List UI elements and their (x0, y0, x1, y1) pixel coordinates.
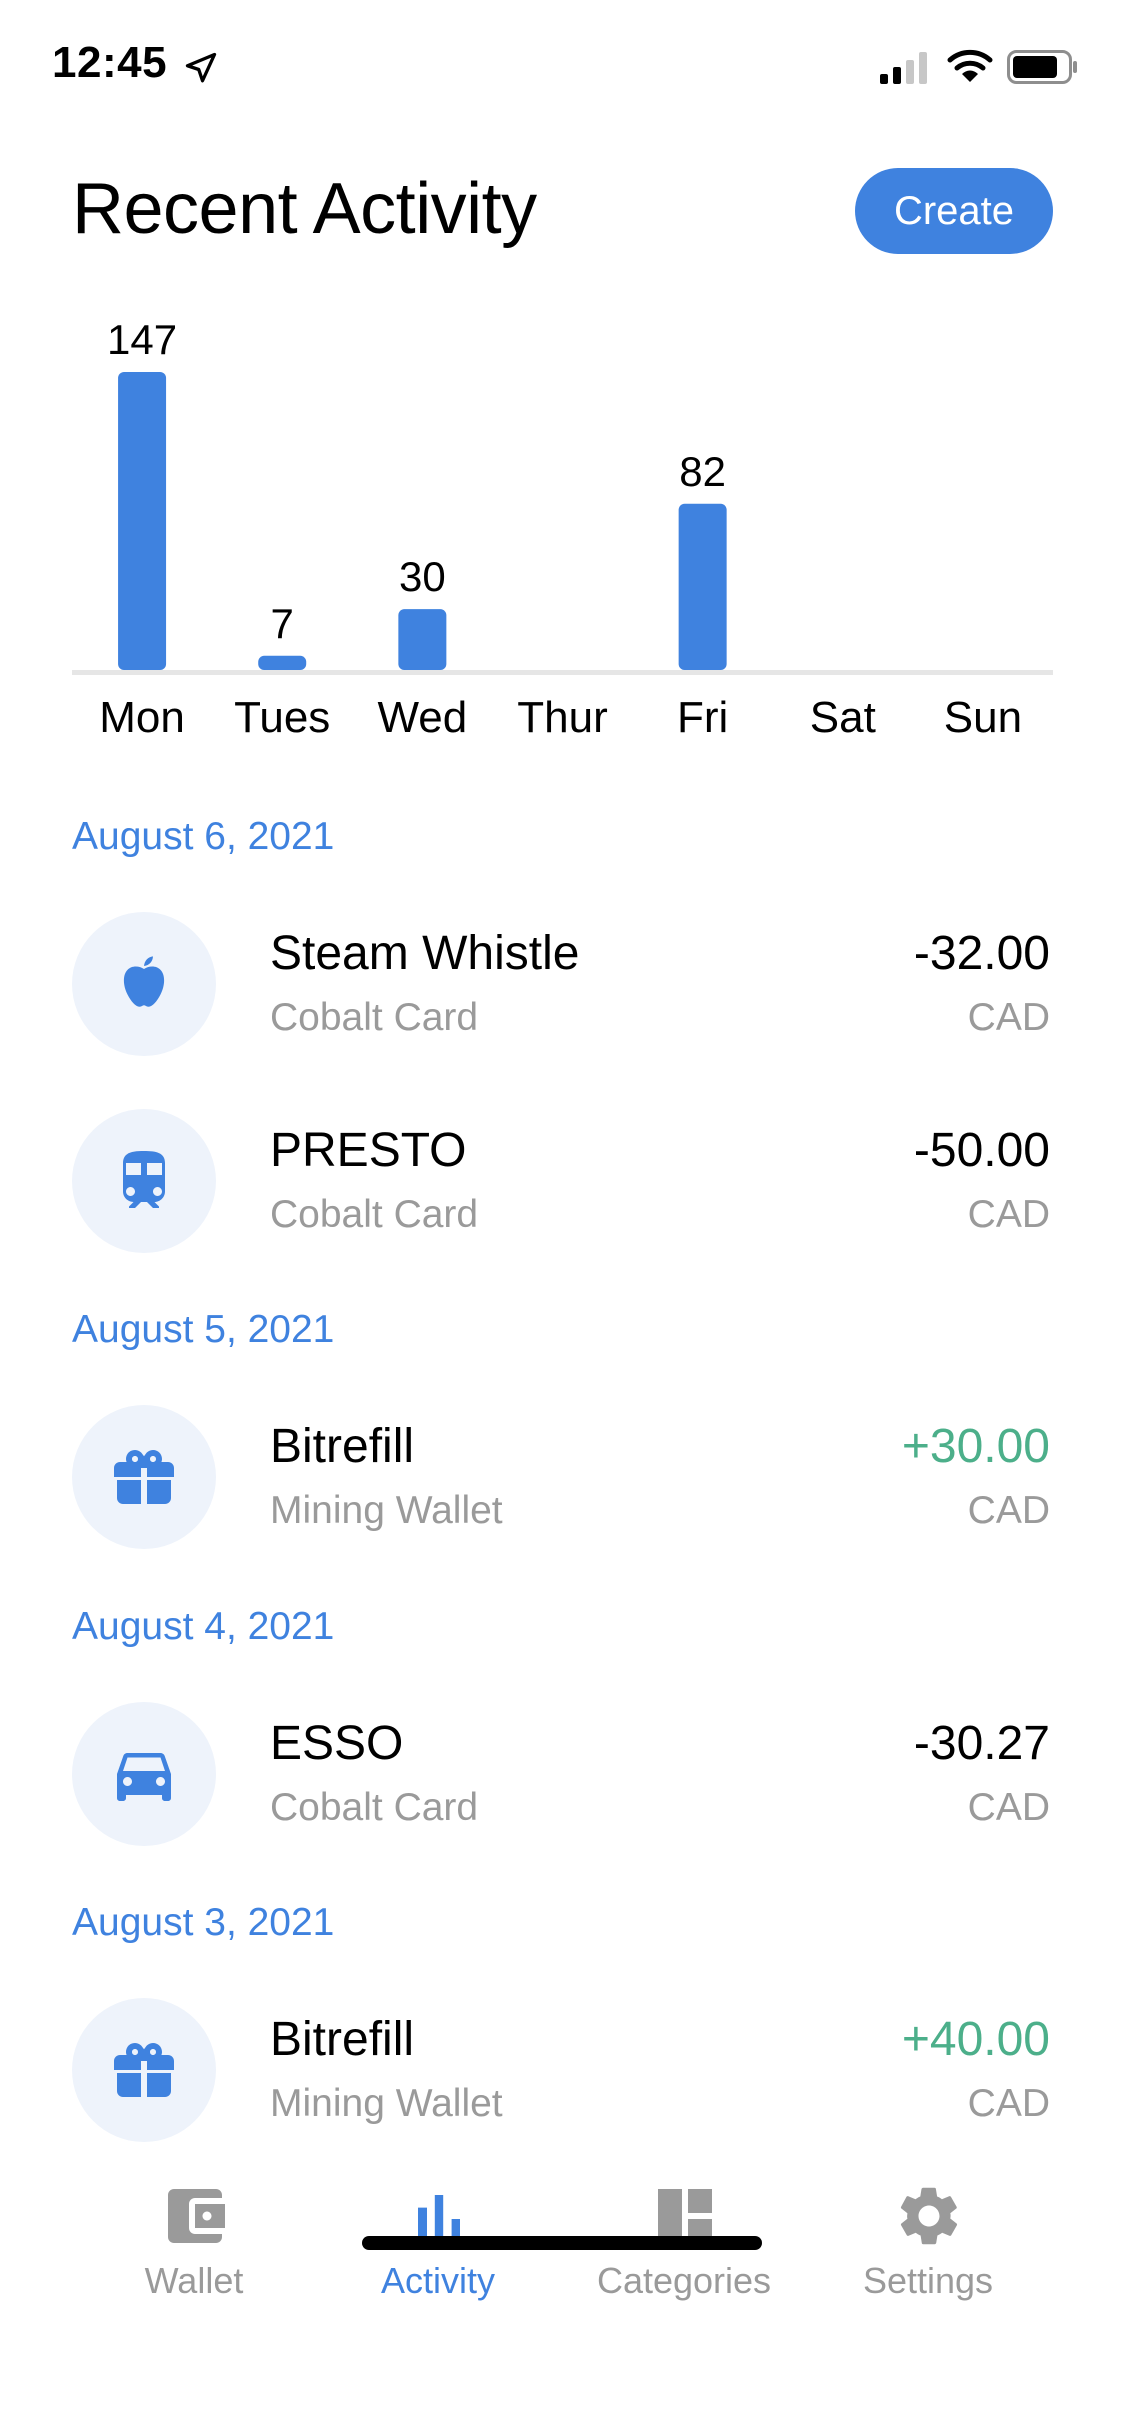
merchant-name: PRESTO (270, 1124, 467, 1177)
weekly-activity-chart: 147 Mon 7 Tues 30 Wed Thur 82 Fri Sat Sun (72, 300, 1053, 770)
transaction-amount: +40.00 (901, 2013, 1050, 2066)
data-label-wed: 30 (399, 553, 446, 600)
transaction-row[interactable]: Steam Whistle Cobalt Card -32.00 CAD (0, 912, 1125, 1072)
account-name: Cobalt Card (270, 1786, 479, 1829)
transaction-amount: +30.00 (901, 1420, 1050, 1473)
battery-icon (1007, 50, 1079, 89)
transaction-row[interactable]: PRESTO Cobalt Card -50.00 CAD (0, 1109, 1125, 1269)
merchant-name: Bitrefill (270, 1420, 415, 1473)
transaction-currency: CAD (967, 996, 1050, 1039)
account-name: Cobalt Card (270, 996, 479, 1039)
merchant-name: Bitrefill (270, 2013, 415, 2066)
transaction-amount: -32.00 (913, 927, 1050, 980)
home-indicator (362, 2236, 762, 2250)
bar-tues (258, 655, 307, 670)
tick-label-sat: Sat (810, 693, 876, 742)
transaction-amount: -50.00 (913, 1124, 1050, 1177)
x-axis-line (72, 670, 1053, 675)
tab-settings[interactable]: Settings (808, 2150, 1048, 2310)
tab-activity[interactable]: Activity (318, 2150, 558, 2310)
data-label-tues: 7 (271, 600, 294, 647)
transaction-currency: CAD (967, 2082, 1050, 2125)
gift-icon (72, 1405, 216, 1549)
tab-label: Categories (596, 2260, 772, 2301)
car-icon (72, 1702, 216, 1846)
merchant-name: Steam Whistle (270, 927, 580, 980)
cellular-signal-icon (880, 52, 930, 89)
transaction-row[interactable]: Bitrefill Mining Wallet +40.00 CAD (0, 1998, 1125, 2158)
transaction-currency: CAD (967, 1489, 1050, 1532)
apple-icon (72, 912, 216, 1056)
bar-mon (118, 372, 167, 670)
tab-wallet[interactable]: Wallet (74, 2150, 314, 2310)
gift-icon (72, 1998, 216, 2142)
status-bar: 12:45 (0, 0, 1125, 140)
account-name: Mining Wallet (270, 2082, 503, 2125)
gear-icon (900, 2187, 958, 2245)
data-label-fri: 82 (679, 448, 726, 495)
status-time: 12:45 (52, 38, 168, 87)
account-name: Mining Wallet (270, 1489, 503, 1532)
date-header: August 4, 2021 (72, 1605, 335, 1648)
transaction-currency: CAD (967, 1193, 1050, 1236)
page-title: Recent Activity (72, 169, 537, 249)
tab-bar: Wallet Activity Categories Settings (0, 2150, 1125, 2436)
tick-label-tues: Tues (234, 693, 330, 742)
bar-fri (678, 503, 727, 670)
location-arrow-icon (183, 50, 219, 91)
transaction-currency: CAD (967, 1786, 1050, 1829)
transaction-amount: -30.27 (913, 1717, 1050, 1770)
date-header: August 3, 2021 (72, 1901, 335, 1944)
wifi-icon (947, 48, 993, 89)
bar-wed (398, 609, 447, 670)
transaction-row[interactable]: ESSO Cobalt Card -30.27 CAD (0, 1702, 1125, 1862)
tab-label: Wallet (144, 2260, 244, 2301)
account-name: Cobalt Card (270, 1193, 479, 1236)
tick-label-wed: Wed (378, 693, 468, 742)
tab-label: Settings (862, 2260, 994, 2301)
create-button[interactable]: Create (855, 168, 1053, 254)
tick-label-thur: Thur (517, 693, 607, 742)
train-icon (72, 1109, 216, 1253)
wallet-icon (168, 2189, 225, 2243)
tab-label: Activity (380, 2260, 495, 2301)
tick-label-fri: Fri (677, 693, 728, 742)
data-label-mon: 147 (107, 316, 177, 363)
tick-label-sun: Sun (944, 693, 1022, 742)
bar-chart-svg: 147 Mon 7 Tues 30 Wed Thur 82 Fri Sat Sun (72, 316, 1053, 742)
date-header: August 6, 2021 (72, 815, 335, 858)
tab-categories[interactable]: Categories (564, 2150, 804, 2310)
merchant-name: ESSO (270, 1717, 404, 1770)
transaction-row[interactable]: Bitrefill Mining Wallet +30.00 CAD (0, 1405, 1125, 1565)
tick-label-mon: Mon (99, 693, 185, 742)
date-header: August 5, 2021 (72, 1308, 335, 1351)
